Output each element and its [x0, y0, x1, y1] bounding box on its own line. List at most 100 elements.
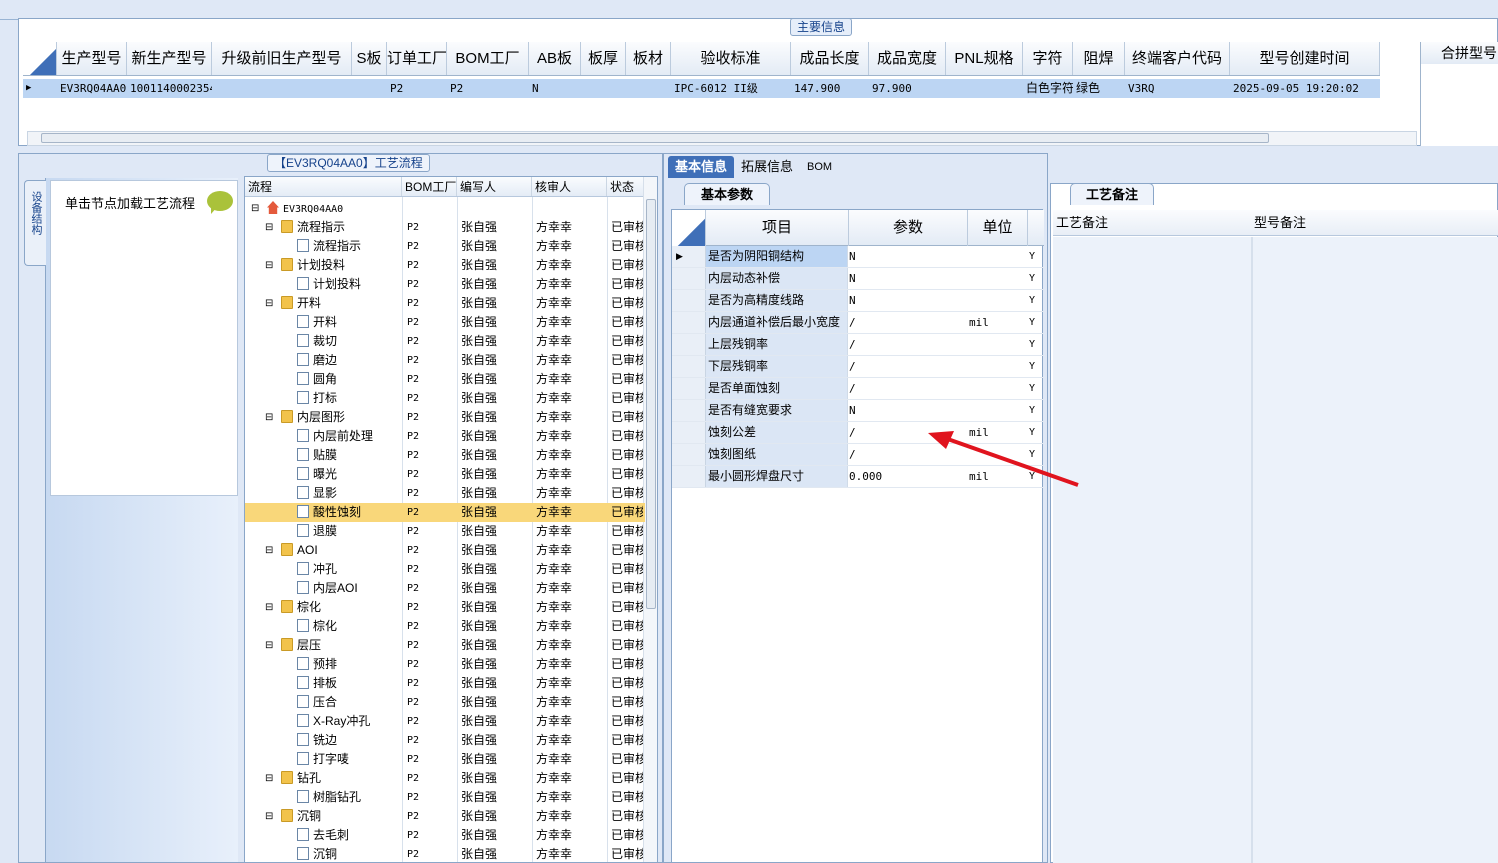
tree-node[interactable]: 显影 P2 张自强 方幸幸 已审核 [245, 484, 645, 503]
tree-node[interactable]: ⊟ 沉铜 P2 张自强 方幸幸 已审核 [245, 807, 645, 826]
main-cell-15[interactable]: V3RQ [1125, 79, 1230, 98]
main-cell-13[interactable]: 白色字符 [1023, 79, 1073, 98]
tree-node[interactable]: 预排 P2 张自强 方幸幸 已审核 [245, 655, 645, 674]
tree-node[interactable]: 贴膜 P2 张自强 方幸幸 已审核 [245, 446, 645, 465]
params-col-item[interactable]: 项目 [706, 210, 849, 246]
params-value[interactable]: 0.000 [849, 466, 882, 487]
col-status[interactable]: 状态 [607, 177, 645, 196]
tab-process-remarks[interactable]: 工艺备注 [1070, 183, 1154, 205]
tree-node[interactable]: 打标 P2 张自强 方幸幸 已审核 [245, 389, 645, 408]
params-value[interactable]: N [849, 400, 856, 421]
params-row[interactable]: 下层残铜率 / Y [672, 356, 1044, 378]
tree-node[interactable]: ⊟ 钻孔 P2 张自强 方幸幸 已审核 [245, 769, 645, 788]
params-value[interactable]: / [849, 312, 856, 333]
tree-node[interactable]: 计划投料 P2 张自强 方幸幸 已审核 [245, 275, 645, 294]
tree-node[interactable]: 内层前处理 P2 张自强 方幸幸 已审核 [245, 427, 645, 446]
tree-node[interactable]: 流程指示 P2 张自强 方幸幸 已审核 [245, 237, 645, 256]
main-col-9[interactable]: 验收标准 [671, 42, 791, 75]
col-flow[interactable]: 流程 [245, 177, 402, 196]
subtab-basic-params[interactable]: 基本参数 [684, 183, 770, 205]
params-row[interactable]: 是否有缝宽要求 N Y [672, 400, 1044, 422]
tree-node[interactable]: 内层AOI P2 张自强 方幸幸 已审核 [245, 579, 645, 598]
main-col-3[interactable]: S板 [352, 42, 387, 75]
main-cell-1[interactable]: 10011400023545 [127, 79, 212, 98]
main-cell-6[interactable]: N [529, 79, 581, 98]
main-cell-3[interactable] [352, 79, 387, 98]
expand-toggle-icon[interactable]: ⊟ [265, 218, 273, 237]
main-col-15[interactable]: 终端客户代码 [1125, 42, 1230, 75]
main-col-7[interactable]: 板厚 [581, 42, 626, 75]
main-cell-8[interactable] [626, 79, 671, 98]
main-cell-12[interactable] [946, 79, 1023, 98]
params-value[interactable]: N [849, 246, 856, 267]
main-col-12[interactable]: PNL规格 [946, 42, 1023, 75]
col-process-remark[interactable]: 工艺备注 [1053, 210, 1108, 236]
tree-node[interactable]: 开料 P2 张自强 方幸幸 已审核 [245, 313, 645, 332]
tab-basic-info[interactable]: 基本信息 [668, 156, 735, 178]
tree-node[interactable]: 酸性蚀刻 P2 张自强 方幸幸 已审核 [245, 503, 645, 522]
tree-node[interactable]: 铣边 P2 张自强 方幸幸 已审核 [245, 731, 645, 750]
expand-toggle-icon[interactable]: ⊟ [265, 769, 273, 788]
col-reviewer[interactable]: 核审人 [532, 177, 607, 196]
main-cell-5[interactable]: P2 [447, 79, 529, 98]
main-cell-16[interactable]: 2025-09-05 19:20:02 [1230, 79, 1380, 98]
main-col-0[interactable]: 生产型号 [57, 42, 127, 75]
params-col-value[interactable]: 参数 [849, 210, 968, 246]
tree-node[interactable]: 打字唛 P2 张自强 方幸幸 已审核 [245, 750, 645, 769]
expand-toggle-icon[interactable]: ⊟ [265, 598, 273, 617]
main-hscroll-thumb[interactable] [41, 133, 1269, 143]
remarks-body[interactable] [1053, 237, 1498, 863]
tree-node[interactable]: ⊟ 层压 P2 张自强 方幸幸 已审核 [245, 636, 645, 655]
main-col-8[interactable]: 板材 [626, 42, 671, 75]
tree-node[interactable]: ⊟ 计划投料 P2 张自强 方幸幸 已审核 [245, 256, 645, 275]
main-col-4[interactable]: 订单工厂 [387, 42, 447, 75]
tree-node[interactable]: 沉铜 P2 张自强 方幸幸 已审核 [245, 845, 645, 862]
tree-node[interactable]: 树脂钻孔 P2 张自强 方幸幸 已审核 [245, 788, 645, 807]
col-model-remark[interactable]: 型号备注 [1251, 210, 1306, 236]
select-all-corner[interactable] [23, 42, 57, 75]
tree-node[interactable]: ⊟ 棕化 P2 张自强 方幸幸 已审核 [245, 598, 645, 617]
main-col-1[interactable]: 新生产型号 [127, 42, 212, 75]
params-row[interactable]: 是否单面蚀刻 / Y [672, 378, 1044, 400]
params-row[interactable]: 内层动态补偿 N Y [672, 268, 1044, 290]
flow-tree-vscrollbar[interactable] [643, 177, 657, 862]
params-value[interactable]: / [849, 422, 856, 443]
tree-node[interactable]: X-Ray冲孔 P2 张自强 方幸幸 已审核 [245, 712, 645, 731]
main-col-5[interactable]: BOM工厂 [447, 42, 529, 75]
main-cell-7[interactable] [581, 79, 626, 98]
tree-node[interactable]: 退膜 P2 张自强 方幸幸 已审核 [245, 522, 645, 541]
tree-node[interactable]: 圆角 P2 张自强 方幸幸 已审核 [245, 370, 645, 389]
col-writer[interactable]: 编写人 [457, 177, 532, 196]
params-row[interactable]: 上层残铜率 / Y [672, 334, 1044, 356]
col-bom[interactable]: BOM工厂 [402, 177, 457, 196]
main-grid-row[interactable]: ▶ EV3RQ04AA010011400023545P2P2NIPC-6012 … [23, 79, 1380, 98]
tree-node[interactable]: ⊟ 内层图形 P2 张自强 方幸幸 已审核 [245, 408, 645, 427]
tab-extended-info[interactable]: 拓展信息 [734, 156, 800, 178]
tree-node[interactable]: 排板 P2 张自强 方幸幸 已审核 [245, 674, 645, 693]
main-cell-11[interactable]: 97.900 [869, 79, 946, 98]
params-row[interactable]: 内层通道补偿后最小宽度 / mil Y [672, 312, 1044, 334]
main-col-2[interactable]: 升级前旧生产型号 [212, 42, 352, 75]
tree-node[interactable]: 曝光 P2 张自强 方幸幸 已审核 [245, 465, 645, 484]
params-value[interactable]: / [849, 334, 856, 355]
main-cell-10[interactable]: 147.900 [791, 79, 869, 98]
main-cell-0[interactable]: EV3RQ04AA0 [57, 79, 127, 98]
main-cell-9[interactable]: IPC-6012 II级 [671, 79, 791, 98]
tree-node[interactable]: 裁切 P2 张自强 方幸幸 已审核 [245, 332, 645, 351]
params-row[interactable]: ▶ 是否为阴阳铜结构 N Y [672, 246, 1044, 268]
main-cell-4[interactable]: P2 [387, 79, 447, 98]
tree-node[interactable]: 去毛刺 P2 张自强 方幸幸 已审核 [245, 826, 645, 845]
tree-node[interactable]: 棕化 P2 张自强 方幸幸 已审核 [245, 617, 645, 636]
tree-node[interactable]: ⊟ 流程指示 P2 张自强 方幸幸 已审核 [245, 218, 645, 237]
expand-toggle-icon[interactable]: ⊟ [265, 294, 273, 313]
params-col-unit[interactable]: 单位 [968, 210, 1028, 246]
tree-node[interactable]: 冲孔 P2 张自强 方幸幸 已审核 [245, 560, 645, 579]
tree-node[interactable]: 压合 P2 张自强 方幸幸 已审核 [245, 693, 645, 712]
expand-toggle-icon[interactable]: ⊟ [265, 408, 273, 427]
tree-root[interactable]: ⊟ EV3RQ04AA0 [245, 199, 645, 218]
tab-bom[interactable]: BOM [800, 156, 839, 178]
params-row[interactable]: 是否为高精度线路 N Y [672, 290, 1044, 312]
tree-node[interactable]: ⊟ 开料 P2 张自强 方幸幸 已审核 [245, 294, 645, 313]
params-value[interactable]: / [849, 378, 856, 399]
expand-toggle-icon[interactable]: ⊟ [265, 807, 273, 826]
